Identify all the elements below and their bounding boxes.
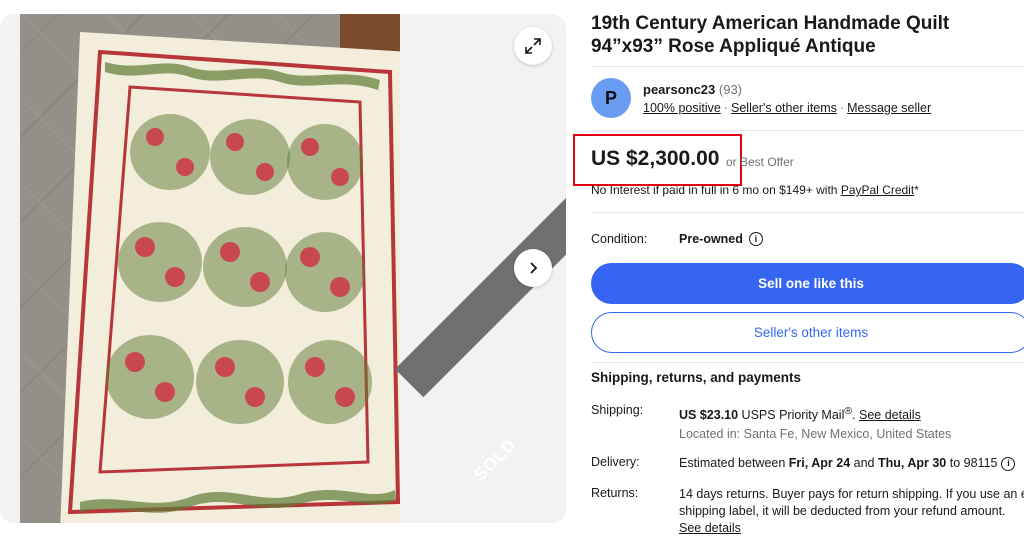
shipping-service: USPS Priority Mail [738,408,845,423]
shipping-value: US $23.10 USPS Priority Mail®. See detai… [679,406,921,423]
item-location: Located in: Santa Fe, New Mexico, United… [679,427,952,441]
seller-other-items-link[interactable]: Seller's other items [731,101,837,115]
condition-value: Pre-owned [679,232,743,246]
sellers-other-items-button[interactable]: Seller's other items [591,312,1024,353]
seller-feedback-count: (93) [718,82,743,97]
item-title: 19th Century American Handmade Quilt 94”… [591,13,950,57]
separator: · [839,101,845,115]
shipping-cost: US $23.10 [679,408,739,423]
message-seller-link[interactable]: Message seller [847,101,931,115]
credit-suffix: * [914,183,919,197]
sell-one-like-this-button[interactable]: Sell one like this [591,263,1024,304]
registered-mark: ® [844,406,853,417]
expand-icon [525,38,541,54]
separator: · [723,101,728,115]
divider [591,362,1024,363]
delivery-zip: to 98115 [946,456,998,470]
shipping-details-link[interactable]: See details [859,408,921,422]
paypal-credit-link[interactable]: PayPal Credit [841,183,914,197]
info-icon[interactable]: i [748,232,763,246]
returns-value: 14 days returns. Buyer pays for return s… [679,486,1024,537]
seller-name-row: pearsonc23 (93) [643,82,742,97]
divider [591,130,1024,131]
credit-text: No Interest if paid in full in 6 mo on $… [591,183,841,197]
best-offer-text: or Best Offer [726,155,794,169]
condition-row: Pre-owned i [679,232,763,246]
expand-image-button[interactable] [514,27,552,65]
delivery-end: Thu, Apr 30 [877,456,947,470]
delivery-label: Delivery: [591,455,640,469]
image-gallery [0,14,566,523]
returns-details-link[interactable]: See details [679,521,741,535]
shipping-label: Shipping: [591,403,644,417]
positive-feedback-link[interactable]: 100% positive [643,101,721,115]
returns-line-1: 14 days returns. Buyer pays for return s… [679,487,1024,501]
price: US $2,300.00 [591,147,720,170]
shipping-heading: Shipping, returns, and payments [591,370,802,385]
returns-label: Returns: [591,486,639,500]
delivery-info-icon[interactable]: i [1001,456,1016,471]
chevron-right-icon [530,262,538,274]
quilt-image [60,32,400,523]
seller-avatar[interactable]: P [591,78,631,118]
next-image-button[interactable] [514,249,552,287]
delivery-start: Fri, Apr 24 [788,456,851,470]
seller-name[interactable]: pearsonc23 [643,82,715,97]
seller-links: 100% positive · Seller's other items · Messa… [643,101,931,115]
quilt-photo[interactable] [20,14,400,523]
delivery-prefix: Estimated between [679,456,789,470]
credit-info: No Interest if paid in full in 6 mo on $… [591,183,919,197]
returns-line-2: shipping label, it will be deducted from… [679,504,1006,518]
divider [591,66,1024,67]
condition-label: Condition: [591,232,648,246]
delivery-and: and [850,456,878,470]
divider [591,212,1024,213]
delivery-value: Estimated between Fri, Apr 24 and Thu, A… [679,455,1016,472]
